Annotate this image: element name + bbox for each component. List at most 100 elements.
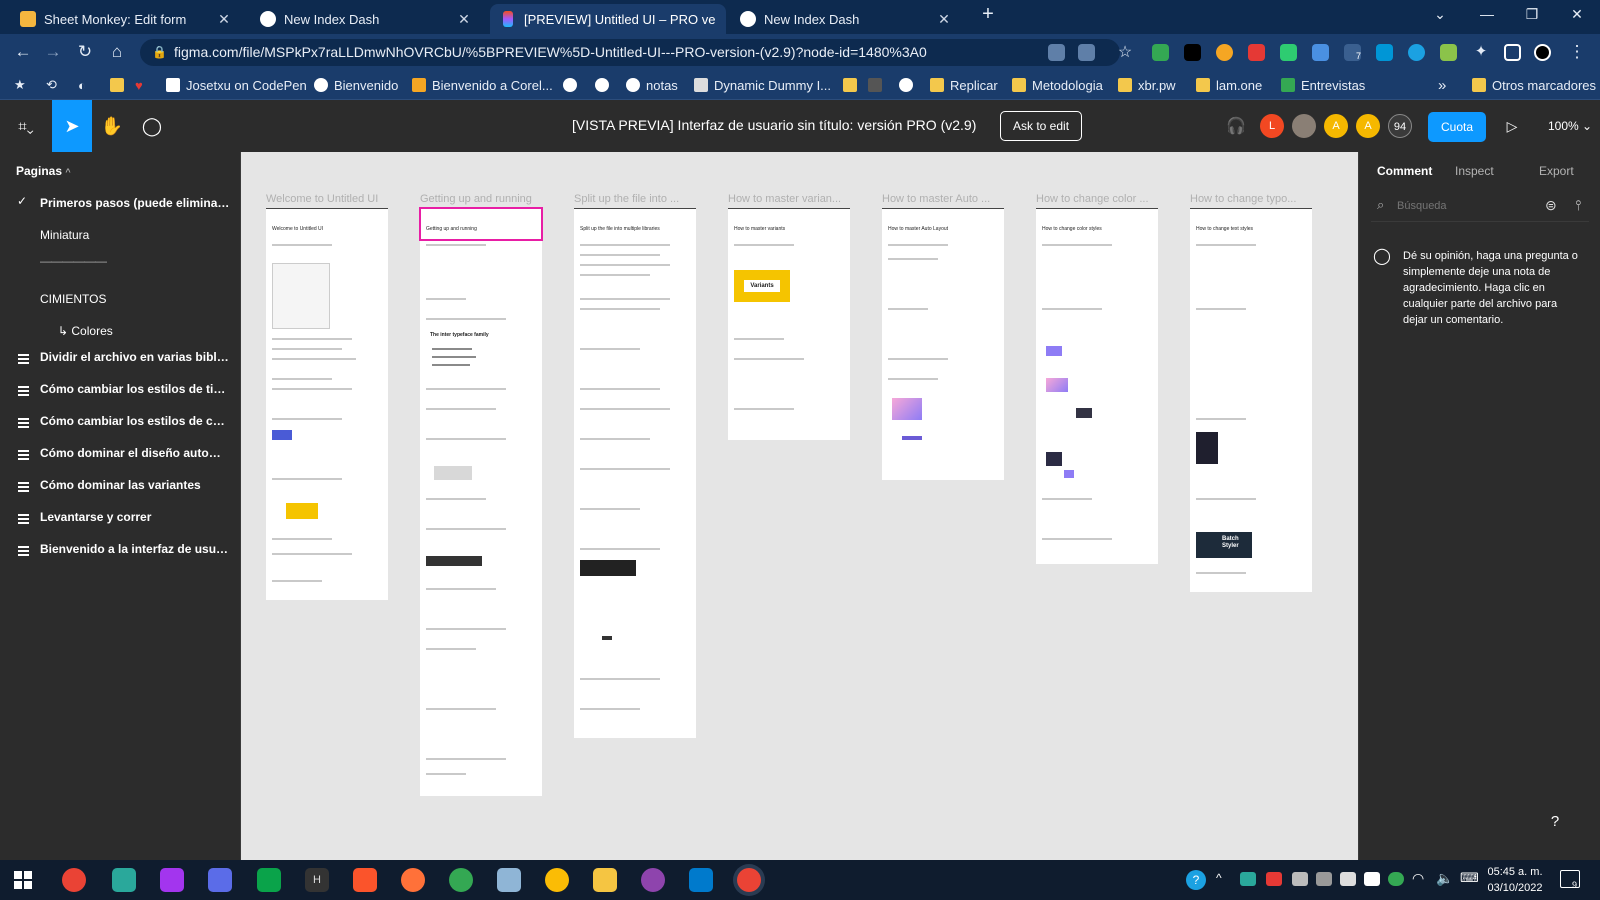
ask-to-edit-button[interactable]: Ask to edit <box>1000 111 1083 141</box>
tab-comment[interactable]: Comment <box>1377 164 1432 178</box>
settings-sliders-icon[interactable]: ⫯ <box>1575 197 1581 214</box>
tray-icon[interactable] <box>1266 872 1282 886</box>
help-button[interactable]: ? <box>1539 806 1571 838</box>
extension-badge-icon[interactable]: 7 <box>1344 44 1361 61</box>
bookmark-star-icon[interactable]: ★ <box>14 76 26 94</box>
share-button[interactable]: Cuota <box>1428 112 1486 142</box>
close-tab-icon[interactable]: ✕ <box>216 11 232 28</box>
close-window-icon[interactable]: ✕ <box>1563 6 1591 23</box>
bookmark-item[interactable]: Entrevistas <box>1281 76 1365 94</box>
system-clock[interactable]: 05:45 a. m. 03/10/2022 <box>1483 864 1547 896</box>
layer-item[interactable]: Cómo cambiar los estilos de tipog... <box>40 382 230 396</box>
frame-welcome[interactable]: Welcome to Untitled UI <box>266 208 388 600</box>
avatar[interactable] <box>1292 114 1316 138</box>
page-item[interactable]: CIMIENTOS <box>40 292 230 306</box>
hp-extension-icon[interactable] <box>1376 44 1393 61</box>
volume-icon[interactable]: 🔈 <box>1436 870 1453 887</box>
bookmark-item[interactable]: Bienvenido <box>314 76 398 94</box>
browser-tab[interactable]: New Index Dash ✕ <box>250 4 482 34</box>
avatar[interactable]: A <box>1324 114 1348 138</box>
globe-icon[interactable] <box>563 76 583 94</box>
help-icon[interactable]: ? <box>1186 870 1206 890</box>
battery-icon[interactable] <box>1340 872 1356 886</box>
browser-tab[interactable]: Sheet Monkey: Edit form ✕ <box>10 4 242 34</box>
extension-icon[interactable] <box>1184 44 1201 61</box>
layer-item[interactable]: Dividir el archivo en varias bibliot... <box>40 350 230 364</box>
move-tool-icon[interactable]: ➤ <box>52 100 92 152</box>
new-tab-icon[interactable]: + <box>974 3 1002 26</box>
app-icon[interactable] <box>160 868 184 892</box>
frame-label[interactable]: Welcome to Untitled UI <box>266 193 388 205</box>
browser-tab[interactable]: New Index Dash ✕ <box>730 4 962 34</box>
page-item[interactable]: Miniatura <box>40 228 230 242</box>
address-bar[interactable]: 🔒 figma.com/file/MSPkPx7raLLDmwNhOVRCbU/… <box>140 39 1120 66</box>
filter-icon[interactable]: ⊜ <box>1545 197 1557 214</box>
wifi-icon[interactable]: ◠ <box>1412 870 1424 887</box>
tray-icon[interactable] <box>1316 872 1332 886</box>
globe-icon[interactable] <box>595 76 615 94</box>
folder-icon[interactable] <box>110 76 130 94</box>
frame-master-variants[interactable]: How to master variants Variants <box>728 208 850 440</box>
bookmark-item[interactable]: Dynamic Dummy I... <box>694 76 831 94</box>
avatar[interactable]: A <box>1356 114 1380 138</box>
windows-start-icon[interactable] <box>14 871 32 889</box>
app-icon[interactable] <box>208 868 232 892</box>
file-explorer-icon[interactable] <box>593 868 617 892</box>
notification-center-icon[interactable]: 9 <box>1560 870 1580 890</box>
app-icon[interactable] <box>112 868 136 892</box>
extension-icon[interactable] <box>1408 44 1425 61</box>
bookmark-star-icon[interactable]: ☆ <box>1114 42 1136 62</box>
viewer-count-badge[interactable]: 94 <box>1388 114 1412 138</box>
translate-icon[interactable] <box>1048 44 1065 61</box>
extension-icon[interactable] <box>1280 44 1297 61</box>
firefox-icon[interactable] <box>401 868 425 892</box>
heart-icon[interactable]: ♥ <box>135 76 143 94</box>
layer-item[interactable]: Bienvenido a la interfaz de usuari... <box>40 542 230 556</box>
figma-menu-icon[interactable]: ⌗⌄ <box>4 100 48 152</box>
hand-tool-icon[interactable]: ✋ <box>92 100 132 152</box>
tab-search-chevron-icon[interactable]: ⌄ <box>1426 6 1454 23</box>
chrome-icon[interactable] <box>62 868 86 892</box>
browser-tab-active[interactable]: [PREVIEW] Untitled UI – PRO version <box>490 4 726 34</box>
extension-icon[interactable] <box>1216 44 1233 61</box>
page-item-current[interactable]: Primeros pasos (puede eliminar... <box>40 196 230 210</box>
chrome-icon[interactable] <box>449 868 473 892</box>
layer-item[interactable]: Cómo dominar el diseño automáti... <box>40 446 230 460</box>
brave-icon[interactable] <box>353 868 377 892</box>
tray-icon[interactable] <box>1388 872 1404 886</box>
drive-extension-icon[interactable] <box>1152 44 1169 61</box>
search-input[interactable] <box>1397 200 1537 212</box>
page-divider[interactable]: —————— <box>40 254 230 268</box>
minimize-icon[interactable]: — <box>1473 6 1501 22</box>
bookmark-item[interactable]: Josetxu on CodePen <box>166 76 307 94</box>
side-panel-icon[interactable] <box>1504 44 1521 61</box>
comment-search[interactable]: ⌕ ⊜ ⫯ <box>1371 192 1589 222</box>
forward-icon[interactable]: → <box>42 42 64 62</box>
close-tab-icon[interactable]: ✕ <box>936 11 952 28</box>
bookmark-folder[interactable]: Replicar <box>930 76 998 94</box>
headphones-icon[interactable]: 🎧 <box>1216 100 1256 152</box>
layer-item[interactable]: Cómo cambiar los estilos de color <box>40 414 230 428</box>
design-canvas[interactable]: Welcome to Untitled UI Welcome to Untitl… <box>241 152 1358 860</box>
tray-icon[interactable] <box>1364 872 1380 886</box>
page-item[interactable]: ↳ Colores <box>58 324 248 338</box>
github-desktop-icon[interactable] <box>641 868 665 892</box>
chrome-active-icon[interactable] <box>737 868 761 892</box>
folder-icon[interactable] <box>843 76 863 94</box>
frame-getting-up-and-running[interactable]: Getting up and running The inter typefac… <box>420 208 542 796</box>
vscode-icon[interactable] <box>689 868 713 892</box>
chevron-up-icon[interactable]: ^ <box>1216 871 1222 885</box>
bookmark-icon[interactable] <box>868 76 888 94</box>
frame-label[interactable]: Split up the file into ... <box>574 193 696 205</box>
frame-label[interactable]: How to change typo... <box>1190 193 1312 205</box>
restore-icon[interactable]: ❐ <box>1518 6 1546 23</box>
back-icon[interactable]: ← <box>12 42 34 62</box>
zoom-dropdown[interactable]: 100% ⌄ <box>1548 119 1592 133</box>
tray-icon[interactable] <box>1292 872 1308 886</box>
home-icon[interactable]: ⌂ <box>106 42 128 62</box>
other-bookmarks-folder[interactable]: Otros marcadores <box>1472 76 1596 94</box>
chrome-menu-icon[interactable]: ⋮ <box>1566 42 1588 62</box>
bookmark-folder[interactable]: xbr.pw <box>1118 76 1176 94</box>
frame-change-text-styles[interactable]: How to change text styles Batch Styler <box>1190 208 1312 592</box>
bookmark-item[interactable]: notas <box>626 76 678 94</box>
